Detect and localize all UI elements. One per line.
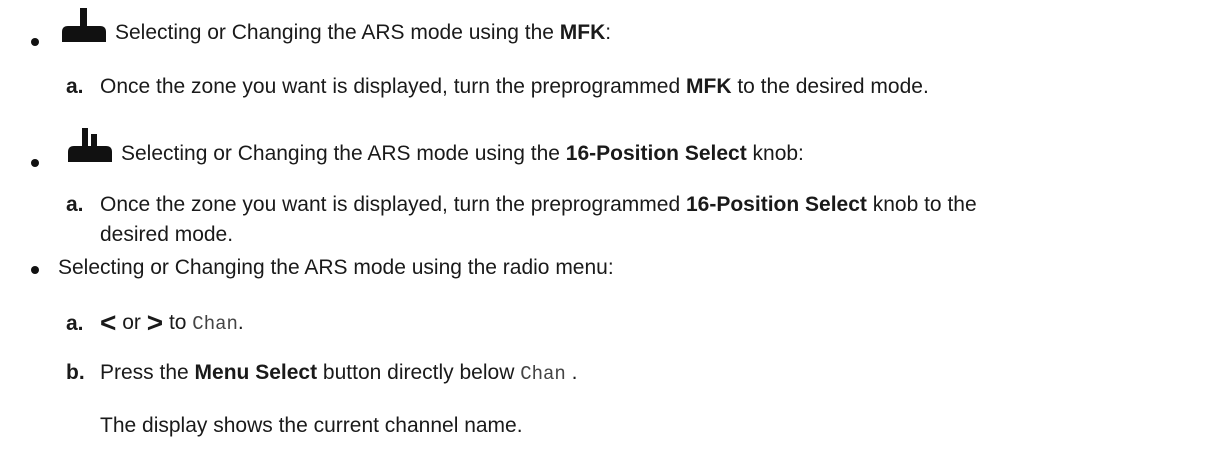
step-text: Press the Menu Select button directly be… <box>100 361 578 385</box>
right-arrow-icon: > <box>146 307 164 338</box>
step-letter: b. <box>66 361 85 384</box>
step-result: The display shows the current channel na… <box>100 414 523 437</box>
item-3-text: Selecting or Changing the ARS mode using… <box>58 256 614 279</box>
step-text: < or > to Chan. <box>100 307 244 338</box>
bullet-3 <box>31 266 39 274</box>
bullet-1 <box>31 38 39 46</box>
single-knob-radio-icon <box>62 8 106 42</box>
bullet-2 <box>31 159 39 167</box>
chan-display-text: Chan <box>520 363 566 385</box>
step-text-line-2: desired mode. <box>100 223 234 246</box>
double-knob-radio-icon <box>68 128 112 162</box>
step-letter: a. <box>66 193 84 216</box>
chan-display-text: Chan <box>192 313 238 335</box>
step-text: Once the zone you want is displayed, tur… <box>100 75 929 98</box>
item-2-text: Selecting or Changing the ARS mode using… <box>121 142 804 165</box>
step-letter: a. <box>66 312 84 335</box>
left-arrow-icon: < <box>100 307 117 338</box>
item-1-text: Selecting or Changing the ARS mode using… <box>115 21 612 44</box>
step-text: Once the zone you want is displayed, tur… <box>100 193 977 216</box>
step-letter: a. <box>66 75 84 98</box>
